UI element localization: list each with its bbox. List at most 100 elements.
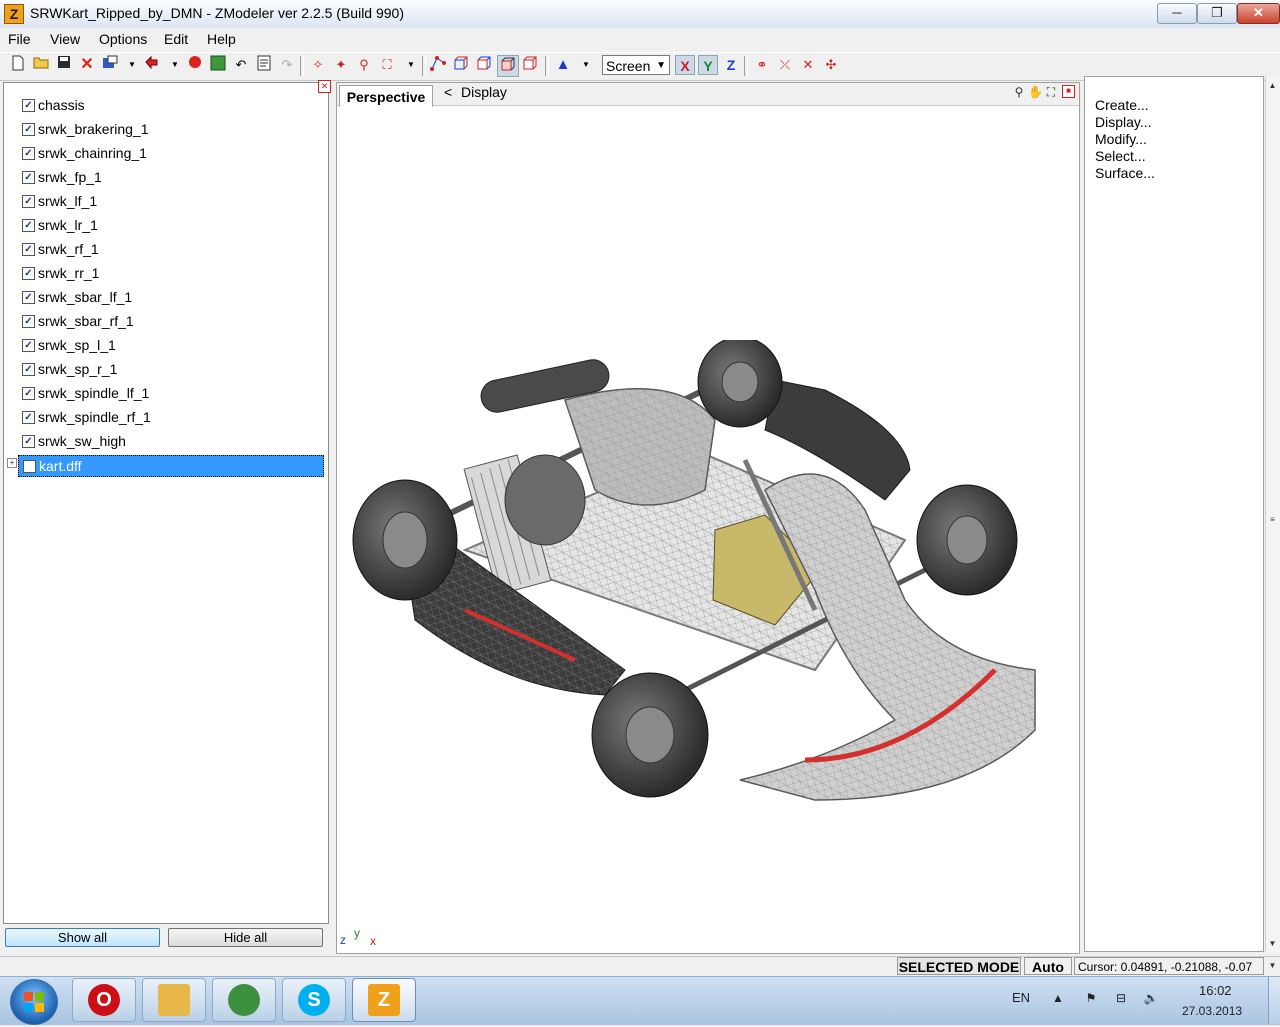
object-mode-icon[interactable] [497, 55, 519, 77]
select-command[interactable]: Select... [1095, 148, 1146, 164]
volume-icon[interactable]: 🔈 [1143, 990, 1159, 1006]
visibility-checkbox[interactable]: ✓ [22, 147, 35, 160]
properties-icon[interactable] [254, 55, 274, 75]
walk-icon[interactable]: ⚲ [354, 55, 374, 75]
axis-x-button[interactable]: X [675, 55, 695, 75]
clock-time[interactable]: 16:02 [1199, 983, 1232, 998]
app-icon[interactable]: Z [4, 4, 24, 24]
language-indicator[interactable]: EN [1012, 990, 1030, 1005]
open-folder-icon[interactable] [31, 55, 51, 75]
dropdown-arrow-icon[interactable]: ▼ [401, 55, 421, 75]
modify-command[interactable]: Modify... [1095, 131, 1147, 147]
visibility-checkbox[interactable] [23, 460, 36, 473]
visibility-checkbox[interactable]: ✓ [22, 387, 35, 400]
hierarchy-mode-icon[interactable] [520, 55, 540, 75]
maximize-button[interactable]: ❐ [1197, 3, 1237, 24]
scroll-down-icon[interactable]: ▼ [1267, 960, 1278, 971]
rotate-icon[interactable]: ↶ [231, 55, 251, 75]
kart-3d-model[interactable] [345, 340, 1065, 820]
new-file-icon[interactable] [8, 55, 28, 75]
view-mode-select[interactable]: Screen ▼ [602, 55, 670, 75]
network-icon[interactable]: ⊟ [1113, 990, 1129, 1006]
visibility-checkbox[interactable]: ✓ [22, 411, 35, 424]
vertices-mode-icon[interactable] [428, 55, 448, 75]
select-vertex-icon[interactable]: ✧ [308, 55, 328, 75]
tree-item[interactable]: ✓ srwk_fp_1 [18, 167, 324, 189]
visibility-checkbox[interactable]: ✓ [22, 363, 35, 376]
maximize-viewport-icon[interactable]: ⛶ [1044, 85, 1058, 99]
tab-perspective[interactable]: Perspective [339, 85, 433, 107]
axis-z-button[interactable]: Z [721, 55, 741, 75]
record-icon[interactable] [185, 55, 205, 75]
tree-item[interactable]: ✓ srwk_rf_1 [18, 239, 324, 261]
show-hidden-icons-icon[interactable]: ▲ [1050, 990, 1066, 1006]
transform-icon[interactable]: ✣ [821, 55, 841, 75]
undo-red-icon[interactable] [142, 55, 162, 75]
create-command[interactable]: Create... [1095, 97, 1149, 113]
visibility-checkbox[interactable]: ✓ [22, 339, 35, 352]
scroll-thumb-icon[interactable]: ≡ [1267, 514, 1278, 525]
taskbar-skype-button[interactable]: S [282, 978, 346, 1022]
menu-options[interactable]: Options [99, 31, 147, 47]
menu-file[interactable]: File [8, 31, 31, 47]
hide-all-button[interactable]: Hide all [168, 928, 323, 947]
link-icon[interactable]: ⚭ [752, 55, 772, 75]
select-edge-icon[interactable]: ✦ [331, 55, 351, 75]
taskbar-opera-button[interactable]: O [72, 978, 136, 1022]
visibility-checkbox[interactable]: ✓ [22, 291, 35, 304]
tree-item[interactable]: ✓ srwk_sp_r_1 [18, 359, 324, 381]
redo-icon[interactable]: ↷ [277, 55, 297, 75]
visibility-checkbox[interactable]: ✓ [22, 435, 35, 448]
delete-icon[interactable]: ✕ [77, 55, 97, 75]
scroll-down-icon[interactable]: ▼ [1267, 938, 1278, 949]
close-icon[interactable]: ✕ [318, 80, 331, 93]
tree-item[interactable]: ✓ srwk_brakering_1 [18, 119, 324, 141]
visibility-checkbox[interactable]: ✓ [22, 171, 35, 184]
pivot-icon[interactable]: ⤫ [775, 55, 795, 75]
start-button[interactable] [10, 979, 58, 1025]
axis-y-button[interactable]: Y [698, 55, 718, 75]
taskbar-zmodeler-button[interactable]: Z [352, 978, 416, 1022]
tree-item[interactable]: kart.dff [18, 455, 324, 477]
tree-item[interactable]: ✓ srwk_lr_1 [18, 215, 324, 237]
tree-item[interactable]: ✓ srwk_sbar_rf_1 [18, 311, 324, 333]
zoom-icon[interactable]: ⚲ [1012, 85, 1026, 99]
display-label[interactable]: Display [461, 84, 507, 100]
axes-icon[interactable]: ✕ [798, 55, 818, 75]
visibility-checkbox[interactable]: ✓ [22, 123, 35, 136]
menu-edit[interactable]: Edit [164, 31, 188, 47]
display-command[interactable]: Display... [1095, 114, 1152, 130]
visibility-checkbox[interactable]: ✓ [22, 315, 35, 328]
clock-date[interactable]: 27.03.2013 [1182, 1004, 1242, 1018]
scroll-up-icon[interactable]: ▲ [1267, 80, 1278, 91]
visibility-checkbox[interactable]: ✓ [22, 195, 35, 208]
dropdown-arrow-icon[interactable]: ▼ [122, 55, 142, 75]
flag-icon[interactable]: ⚑ [1083, 990, 1099, 1006]
visibility-checkbox[interactable]: ✓ [22, 99, 35, 112]
tree-item[interactable]: ✓ srwk_spindle_rf_1 [18, 407, 324, 429]
tree-item[interactable]: ✓ srwk_spindle_lf_1 [18, 383, 324, 405]
import-icon[interactable] [100, 55, 120, 75]
render-icon[interactable] [208, 55, 228, 75]
tree-item[interactable]: ✓ srwk_lf_1 [18, 191, 324, 213]
tree-item[interactable]: ✓ srwk_rr_1 [18, 263, 324, 285]
visibility-checkbox[interactable]: ✓ [22, 219, 35, 232]
menu-view[interactable]: View [50, 31, 80, 47]
expand-icon[interactable]: + [7, 458, 17, 468]
display-nav-arrow[interactable]: < [444, 84, 452, 100]
box-mode-icon[interactable] [451, 55, 471, 75]
tree-item[interactable]: ✓ chassis [18, 95, 324, 117]
visibility-checkbox[interactable]: ✓ [22, 243, 35, 256]
tree-item[interactable]: ✓ srwk_sp_l_1 [18, 335, 324, 357]
show-all-button[interactable]: Show all [5, 928, 160, 947]
tree-item[interactable]: ✓ srwk_chainring_1 [18, 143, 324, 165]
taskbar-chrome-button[interactable] [212, 978, 276, 1022]
show-desktop-button[interactable] [1268, 977, 1280, 1024]
dropdown-arrow-icon[interactable]: ▼ [576, 55, 596, 75]
face-mode-icon[interactable] [474, 55, 494, 75]
save-icon[interactable] [54, 55, 74, 75]
pan-hand-icon[interactable]: ✋ [1028, 85, 1043, 99]
pyramid-icon[interactable]: ▲ [553, 55, 573, 75]
tree-item[interactable]: ✓ srwk_sw_high [18, 431, 324, 453]
taskbar-explorer-button[interactable] [142, 978, 206, 1022]
